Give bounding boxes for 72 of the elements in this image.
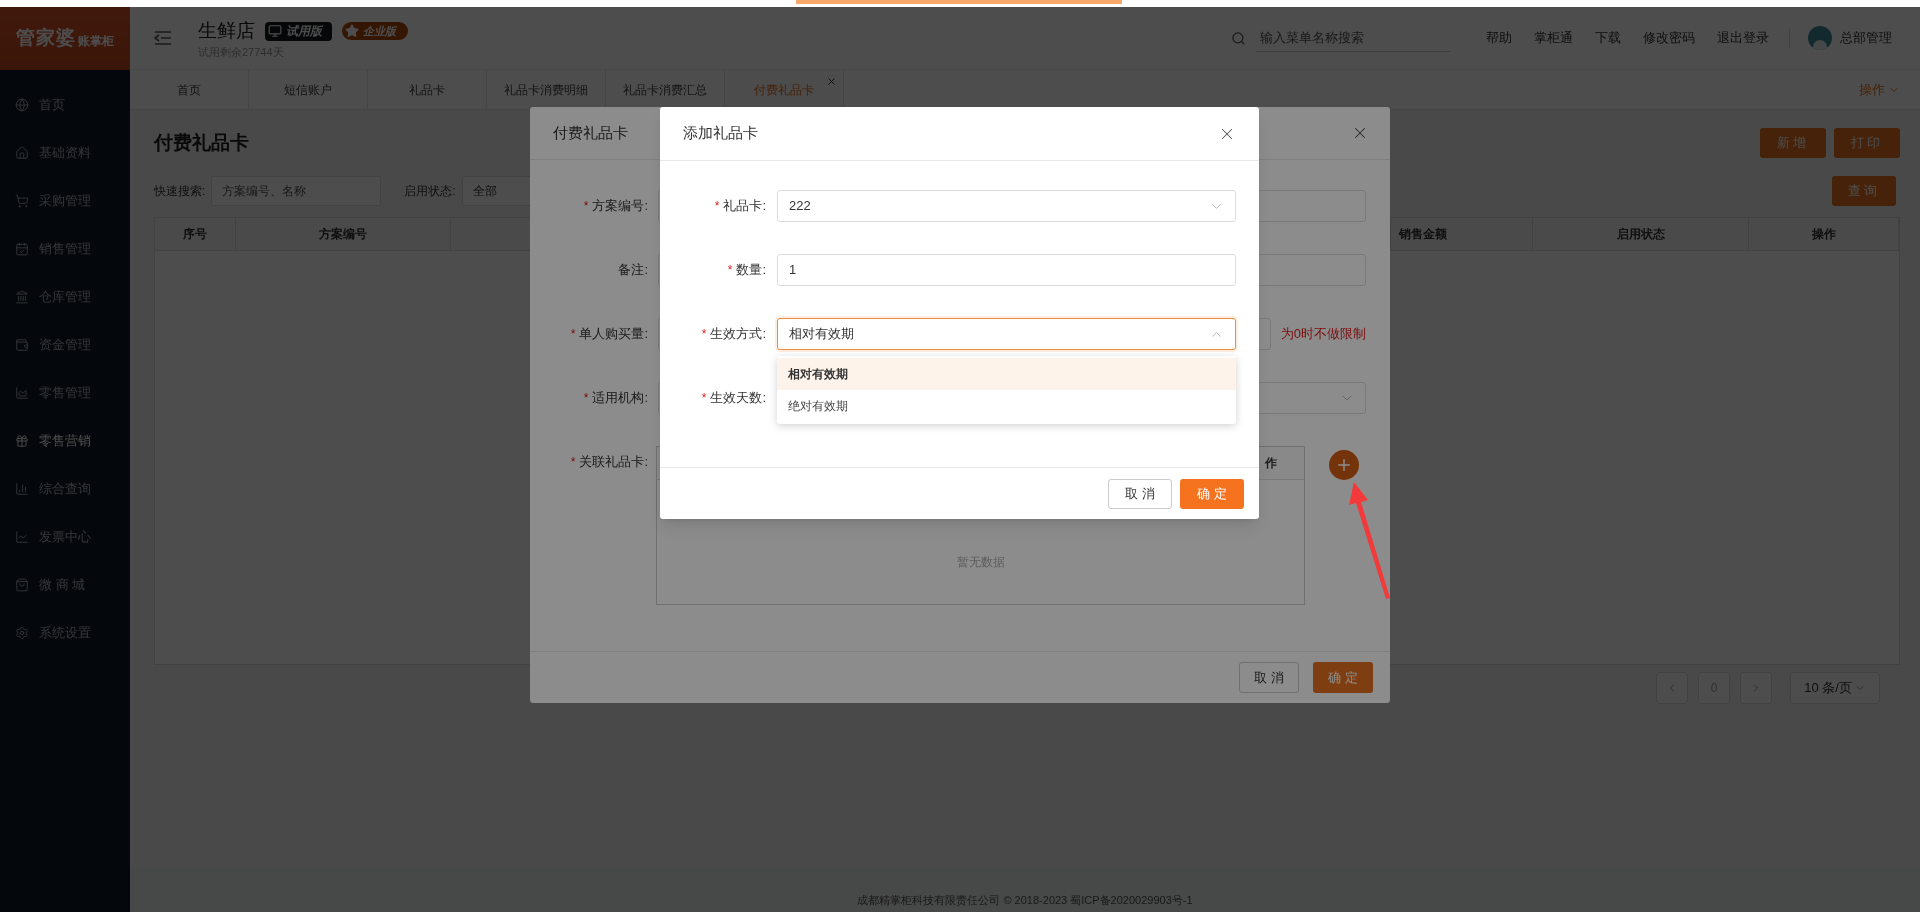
avatar[interactable] bbox=[1808, 26, 1832, 50]
column-header: 方案编号 bbox=[236, 218, 451, 250]
required-mark: * bbox=[714, 198, 720, 215]
toolbar-button[interactable]: 打印 bbox=[1834, 128, 1900, 158]
close-icon[interactable] bbox=[826, 76, 837, 87]
required-mark: * bbox=[727, 262, 733, 279]
calendar-icon bbox=[15, 242, 29, 256]
dialog-title: 添加礼品卡 bbox=[683, 123, 758, 144]
menu-icon[interactable] bbox=[154, 31, 172, 45]
user-name[interactable]: 总部管理 bbox=[1840, 28, 1892, 48]
cart-icon bbox=[15, 194, 29, 208]
search-icon[interactable] bbox=[1231, 30, 1246, 46]
required-mark: * bbox=[701, 326, 707, 343]
column-header: 作 bbox=[1265, 455, 1277, 472]
field-label: 备注: bbox=[618, 261, 648, 280]
page-title: 付费礼品卡 bbox=[154, 130, 249, 155]
field-label: 方案编号: bbox=[592, 197, 648, 216]
query-button[interactable]: 查询 bbox=[1832, 176, 1896, 206]
dropdown-option[interactable]: 绝对有效期 bbox=[777, 390, 1236, 422]
gift-icon bbox=[15, 434, 29, 448]
field-label: 生效方式: bbox=[710, 325, 766, 344]
cancel-button[interactable]: 取 消 bbox=[1239, 662, 1299, 693]
required-mark: * bbox=[701, 390, 707, 407]
header-link[interactable]: 下载 bbox=[1595, 28, 1621, 48]
required-mark: * bbox=[570, 326, 576, 343]
logo-text: 管家婆 bbox=[16, 26, 76, 51]
store-name: 生鲜店 bbox=[198, 18, 255, 43]
header-link[interactable]: 帮助 bbox=[1486, 28, 1512, 48]
settings-icon bbox=[15, 626, 29, 640]
confirm-button[interactable]: 确 定 bbox=[1313, 662, 1373, 693]
field-label: 数量: bbox=[736, 261, 766, 280]
confirm-button[interactable]: 确 定 bbox=[1180, 478, 1244, 509]
column-header: 销售金额 bbox=[1391, 218, 1533, 250]
input-field[interactable]: 1 bbox=[777, 254, 1236, 286]
home-icon bbox=[15, 146, 29, 160]
star-icon bbox=[345, 24, 359, 38]
field-label: 礼品卡: bbox=[723, 197, 766, 216]
column-header: 启用状态 bbox=[1533, 218, 1749, 250]
logo-subtext: 账掌柜 bbox=[78, 32, 114, 50]
dialog-title: 付费礼品卡 bbox=[553, 122, 628, 143]
header-link[interactable]: 退出登录 bbox=[1717, 28, 1769, 48]
field-label: 适用机构: bbox=[592, 389, 648, 408]
dropdown-option[interactable]: 相对有效期 bbox=[777, 358, 1236, 390]
select-field[interactable]: 相对有效期 bbox=[777, 318, 1236, 350]
field-label: 单人购买量: bbox=[579, 325, 648, 344]
sidebar-item[interactable]: 零售营销 bbox=[0, 417, 130, 465]
required-mark: * bbox=[583, 390, 589, 407]
header-link[interactable]: 掌柜通 bbox=[1534, 28, 1573, 48]
add-button[interactable] bbox=[1329, 450, 1359, 480]
enterprise-badge: 企业版 bbox=[342, 22, 408, 40]
page-size-select[interactable]: 10 条/页 bbox=[1790, 672, 1880, 704]
bar-chart-icon bbox=[15, 482, 29, 496]
required-mark: * bbox=[570, 454, 576, 471]
select-field[interactable]: 222 bbox=[777, 190, 1236, 222]
trial-badge: 试用版 bbox=[265, 21, 332, 41]
column-header: 操作 bbox=[1749, 218, 1899, 250]
cancel-button[interactable]: 取 消 bbox=[1108, 478, 1172, 509]
actions-menu[interactable]: 操作 bbox=[1859, 70, 1920, 109]
area-chart-icon bbox=[15, 386, 29, 400]
field-label: 生效天数: bbox=[710, 389, 766, 408]
hint-text: 为0时不做限制 bbox=[1280, 325, 1366, 344]
monitor-icon bbox=[268, 24, 282, 38]
bag-icon bbox=[15, 578, 29, 592]
plus-icon bbox=[1335, 456, 1353, 474]
header-link[interactable]: 修改密码 bbox=[1643, 28, 1695, 48]
field-label: 关联礼品卡: bbox=[579, 453, 648, 472]
wallet-icon bbox=[15, 338, 29, 352]
column-header: 序号 bbox=[155, 218, 236, 250]
required-mark: * bbox=[583, 198, 589, 215]
bank-icon bbox=[15, 290, 29, 304]
globe-icon bbox=[15, 98, 29, 112]
line-chart-icon bbox=[15, 530, 29, 544]
